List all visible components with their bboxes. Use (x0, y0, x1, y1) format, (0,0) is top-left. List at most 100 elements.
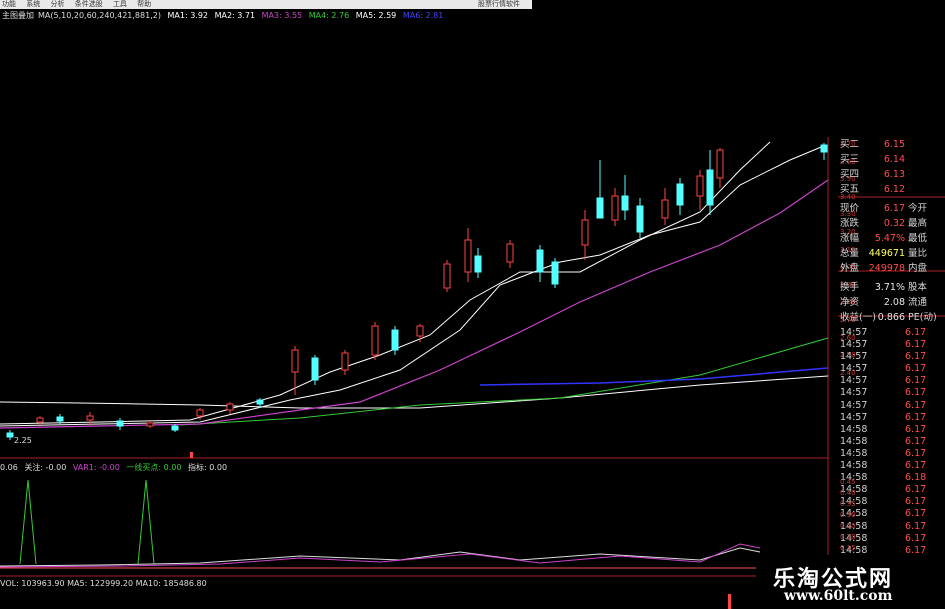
quote-row: 买四 6.13 (838, 167, 945, 182)
quote-value: 6.12 (883, 184, 905, 195)
quote-label: 外盘 (840, 263, 860, 274)
indicator-t2: VAR1: -0.00 (72, 463, 120, 472)
indicator-axis-label: 0.20 (840, 533, 856, 541)
tick-price: 6.17 (905, 327, 927, 338)
tick-price: 6.17 (905, 508, 927, 520)
candle-body (551, 261, 559, 285)
quote-label: 涨跌 (840, 218, 860, 229)
candle-body (464, 239, 472, 273)
chart-name: 主图叠加 (2, 11, 34, 20)
quote-label: 买五 (840, 184, 860, 195)
candle-body (636, 205, 644, 233)
quote-value: 6.14 (883, 154, 905, 165)
candle-body (581, 219, 589, 246)
quote-row: 买三 6.14 (838, 152, 945, 167)
candle-body (611, 195, 619, 221)
indicator-t4: 指标: 0.00 (188, 463, 228, 472)
quote-right-label: 流通 (908, 297, 928, 308)
indicator-spike (137, 479, 155, 565)
tick-price: 6.17 (905, 423, 927, 435)
indicator-axis-label: 0.15 (840, 544, 856, 552)
indicator-value: 0.06 (0, 463, 18, 472)
quote-row: 买五 6.12 (838, 182, 945, 197)
candle-body (596, 197, 604, 219)
low-price-label: 2.25 (14, 436, 32, 445)
candle-body (536, 249, 544, 273)
tick-time: 14:57 (840, 387, 868, 399)
indicator-spike (19, 479, 37, 565)
candle-body (56, 416, 64, 422)
quote-value: 0.32 (883, 218, 905, 229)
quote-label: 买四 (840, 169, 860, 180)
candle-body (146, 422, 154, 427)
ma-info-line: 主图叠加 MA(5,10,20,60,240,421,881,2) MA1: 3.… (2, 11, 447, 21)
quote-right-label: 内盘 (908, 263, 928, 274)
quote-value: 3.71% (874, 282, 905, 293)
tick-time: 14:58 (840, 423, 868, 435)
watermark-url: www.60lt.com (784, 588, 893, 604)
ma-params: MA(5,10,20,60,240,421,881,2) (38, 11, 161, 20)
indicator-axis-label: 0.35 (840, 500, 856, 508)
tick-price: 6.17 (905, 520, 927, 532)
candle-body (116, 420, 124, 427)
quote-label: 涨幅 (840, 233, 860, 244)
candle-body (820, 144, 828, 153)
quote-label: 买二 (840, 139, 860, 150)
tick-time: 14:57 (840, 339, 868, 351)
indicator-t1: 关注: -0.00 (24, 463, 67, 472)
tick-row: 14:57 6.17 (838, 412, 945, 424)
volume-bar (728, 594, 731, 609)
tick-row: 14:58 6.17 (838, 424, 945, 436)
tick-price: 6.17 (905, 496, 927, 508)
quote-label: 买三 (840, 154, 860, 165)
candle-body (506, 243, 514, 263)
candle-body (443, 263, 451, 289)
tick-row: 14:58 6.17 (838, 448, 945, 460)
tick-row: 14:57 6.17 (838, 363, 945, 375)
tick-time: 14:57 (840, 351, 868, 363)
quote-label: 总量 (840, 248, 860, 259)
quote-label: 换手 (840, 282, 860, 293)
candle-body (696, 175, 704, 197)
ma5-value: MA5: 2.59 (355, 11, 397, 20)
quote-value: 249978 (868, 263, 905, 274)
ma-line-white-2 (0, 141, 771, 425)
candle-body (391, 329, 399, 351)
quote-row: 换手 3.71% 股本 (838, 280, 945, 295)
ma-line-purple (0, 179, 829, 429)
tick-price: 6.17 (905, 460, 927, 472)
tick-row: 14:58 6.17 (838, 460, 945, 472)
tick-time: 14:57 (840, 363, 868, 375)
quote-label: 现价 (840, 203, 860, 214)
candle-body (716, 149, 724, 179)
quote-right-label: 今开 (908, 203, 928, 214)
tick-time: 14:57 (840, 375, 868, 387)
candle-body (311, 357, 319, 381)
tick-time: 14:58 (840, 460, 868, 472)
indicator-axis-label: 0.40 (840, 489, 856, 497)
ma6-value: MA6: 2.81 (402, 11, 444, 20)
candle-body (291, 349, 299, 373)
quote-row: 总量 449671 量比 (838, 246, 945, 261)
candle-body (416, 325, 424, 337)
tick-time: 14:57 (840, 411, 868, 423)
quote-row: 外盘 249978 内盘 (838, 261, 945, 276)
tick-row: 14:57 6.17 (838, 375, 945, 387)
quote-right-label: 量比 (908, 248, 928, 259)
kline-chart-canvas[interactable] (0, 0, 945, 609)
candle-body (661, 199, 669, 219)
candle-body (171, 425, 179, 431)
tick-row: 14:57 6.17 (838, 400, 945, 412)
quote-right-label: PE(动) (908, 312, 937, 323)
tick-row: 14:58 6.17 (838, 436, 945, 448)
tick-price: 6.18 (905, 472, 927, 484)
ma3-value: MA3: 3.55 (261, 11, 303, 20)
volume-bar (190, 452, 193, 458)
indicator-axis-label: 0.45 (840, 478, 856, 486)
tick-time: 14:58 (840, 435, 868, 447)
candle-body (371, 325, 379, 356)
quote-row: 涨幅 5.47% 最低 (838, 231, 945, 246)
tick-time: 14:57 (840, 399, 868, 411)
quote-value: 6.13 (883, 169, 905, 180)
candle-body (621, 195, 629, 211)
